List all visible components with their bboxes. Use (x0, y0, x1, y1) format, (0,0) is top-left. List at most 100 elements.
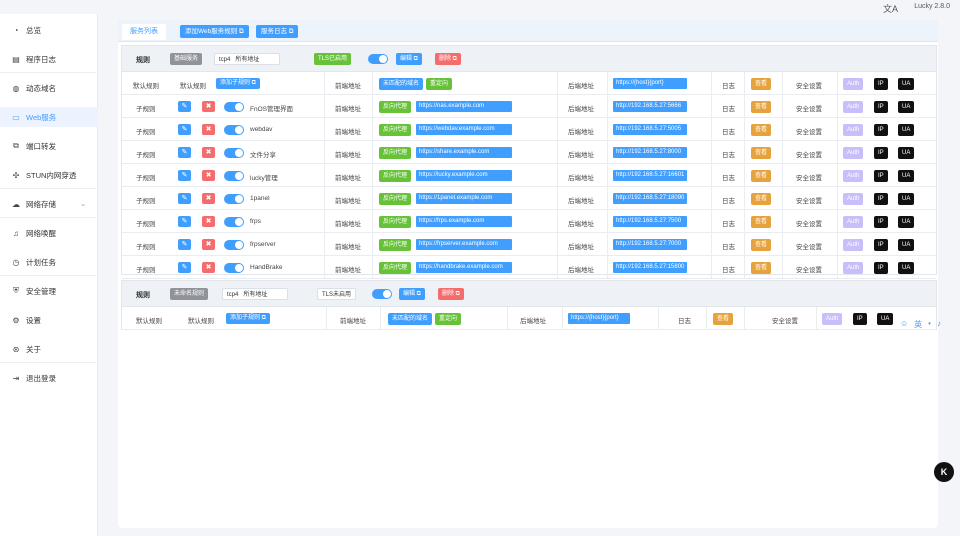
edit-icon[interactable]: ✎ (178, 147, 191, 158)
sidebar-item-stun[interactable]: ✣ STUN内网穿透 (0, 165, 98, 185)
auth-button[interactable]: Auth (843, 124, 864, 136)
ip-button[interactable]: IP (874, 147, 888, 159)
sidebar-item-storage[interactable]: ☁ 网络存储 ⌄ (0, 194, 98, 214)
delete-icon[interactable]: ✖ (202, 262, 215, 273)
view-log-button[interactable]: 查看 (751, 147, 772, 159)
delete-button[interactable]: 删除 ⧉ (438, 288, 464, 300)
sidebar-item-label: 网络唤醒 (26, 228, 56, 238)
sidebar-item-logout[interactable]: ⇥ 退出登录 (0, 368, 98, 388)
ua-button[interactable]: UA (898, 216, 915, 228)
sidebar-item-overview[interactable]: ◔ 总览 (0, 20, 98, 40)
edit-icon[interactable]: ✎ (178, 262, 191, 273)
ua-button[interactable]: UA (898, 170, 915, 182)
view-log-button[interactable]: 查看 (751, 124, 772, 136)
edit-icon[interactable]: ✎ (178, 193, 191, 204)
auth-button[interactable]: Auth (843, 239, 864, 251)
sub-rule-toggle[interactable] (224, 148, 244, 158)
ip-button[interactable]: IP (874, 78, 888, 90)
delete-icon[interactable]: ✖ (202, 170, 215, 181)
delete-icon[interactable]: ✖ (202, 216, 215, 227)
ip-button[interactable]: IP (874, 124, 888, 136)
ip-button[interactable]: IP (874, 262, 888, 274)
edit-icon[interactable]: ✎ (178, 124, 191, 135)
reverse-proxy-badge: 反向代理 (379, 239, 412, 251)
ua-button[interactable]: UA (898, 239, 915, 251)
tab-service-list[interactable]: 服务列表 (122, 24, 166, 40)
add-sub-rule-button[interactable]: 添加子规则 ⧉ (216, 78, 260, 89)
sub-rule-toggle[interactable] (224, 263, 244, 273)
sub-rule-toggle[interactable] (224, 125, 244, 135)
view-log-button[interactable]: 查看 (751, 170, 772, 182)
sidebar-item-security[interactable]: ⛨ 安全管理 (0, 281, 98, 301)
sidebar-item-settings[interactable]: ⚙ 设置 (0, 310, 98, 330)
service-log-button[interactable]: 服务日志 ⧉ (256, 25, 299, 38)
auth-button[interactable]: Auth (822, 313, 843, 325)
ua-button[interactable]: UA (898, 101, 915, 113)
delete-icon[interactable]: ✖ (202, 147, 215, 158)
table-row: 子规则 ✎ ✖ frps 前端地址 反向代理 https://frps.exam… (122, 210, 936, 233)
ip-button[interactable]: IP (874, 193, 888, 205)
auth-button[interactable]: Auth (843, 78, 864, 90)
auth-button[interactable]: Auth (843, 101, 864, 113)
floating-k-icon[interactable]: K (934, 462, 954, 482)
view-log-button[interactable]: 查看 (751, 193, 772, 205)
auth-button[interactable]: Auth (843, 193, 864, 205)
translate-icon[interactable]: 文A (883, 2, 898, 15)
sidebar-item-about[interactable]: ⊛ 关于 (0, 339, 98, 359)
delete-icon[interactable]: ✖ (202, 124, 215, 135)
ip-button[interactable]: IP (874, 216, 888, 228)
delete-icon[interactable]: ✖ (202, 101, 215, 112)
edit-button[interactable]: 编辑 ⧉ (399, 288, 425, 300)
edit-icon[interactable]: ✎ (178, 216, 191, 227)
edit-button[interactable]: 编辑 ⧉ (396, 53, 422, 65)
rule-enable-toggle[interactable] (372, 289, 392, 299)
ua-button[interactable]: UA (877, 313, 894, 325)
ime-icon[interactable]: 英 (914, 319, 922, 330)
edit-icon[interactable]: ✎ (178, 101, 191, 112)
view-log-button[interactable]: 查看 (751, 239, 772, 251)
ua-button[interactable]: UA (898, 124, 915, 136)
backend-label: 后端地址 (568, 129, 594, 136)
edit-icon[interactable]: ✎ (178, 170, 191, 181)
reverse-proxy-badge: 反向代理 (379, 101, 412, 113)
ip-button[interactable]: IP (853, 313, 867, 325)
ip-button[interactable]: IP (874, 101, 888, 113)
ip-button[interactable]: IP (874, 239, 888, 251)
auth-button[interactable]: Auth (843, 147, 864, 159)
chevron-down-icon: ⌄ (80, 201, 86, 208)
view-log-button[interactable]: 查看 (751, 101, 772, 113)
emoji-icon[interactable]: ☺ (900, 319, 908, 330)
ua-button[interactable]: UA (898, 147, 915, 159)
auth-button[interactable]: Auth (843, 262, 864, 274)
ip-button[interactable]: IP (874, 170, 888, 182)
sidebar-item-logs[interactable]: ▤ 程序日志 (0, 49, 98, 69)
sidebar-item-port-forward[interactable]: ⧉ 端口转发 (0, 136, 98, 156)
sub-rule-toggle[interactable] (224, 217, 244, 227)
view-log-button[interactable]: 查看 (751, 78, 772, 90)
sidebar-item-ddns[interactable]: ◍ 动态域名 (0, 78, 98, 98)
sub-rule-toggle[interactable] (224, 240, 244, 250)
add-sub-rule-button[interactable]: 添加子规则 ⧉ (226, 313, 270, 324)
edit-icon[interactable]: ✎ (178, 239, 191, 250)
sub-rule-toggle[interactable] (224, 102, 244, 112)
sidebar-item-wol[interactable]: ♫ 网络唤醒 (0, 223, 98, 243)
view-log-button[interactable]: 查看 (751, 216, 772, 228)
ua-button[interactable]: UA (898, 262, 915, 274)
ua-button[interactable]: UA (898, 193, 915, 205)
microphone-icon[interactable]: ♪ (937, 319, 941, 330)
view-log-button[interactable]: 查看 (713, 313, 734, 325)
delete-button[interactable]: 删除 ⧉ (435, 53, 461, 65)
sidebar-item-web-service[interactable]: ▭ Web服务 (0, 107, 98, 127)
delete-icon[interactable]: ✖ (202, 193, 215, 204)
ua-button[interactable]: UA (898, 78, 915, 90)
auth-button[interactable]: Auth (843, 170, 864, 182)
rule-enable-toggle[interactable] (368, 54, 388, 64)
sub-rule-toggle[interactable] (224, 171, 244, 181)
delete-icon[interactable]: ✖ (202, 239, 215, 250)
sub-rule-toggle[interactable] (224, 194, 244, 204)
add-web-rule-button[interactable]: 添加Web服务规则 ⧉ (180, 25, 249, 38)
auth-button[interactable]: Auth (843, 216, 864, 228)
dot-icon: • (928, 319, 931, 328)
sidebar-item-cron[interactable]: ◷ 计划任务 (0, 252, 98, 272)
view-log-button[interactable]: 查看 (751, 262, 772, 274)
